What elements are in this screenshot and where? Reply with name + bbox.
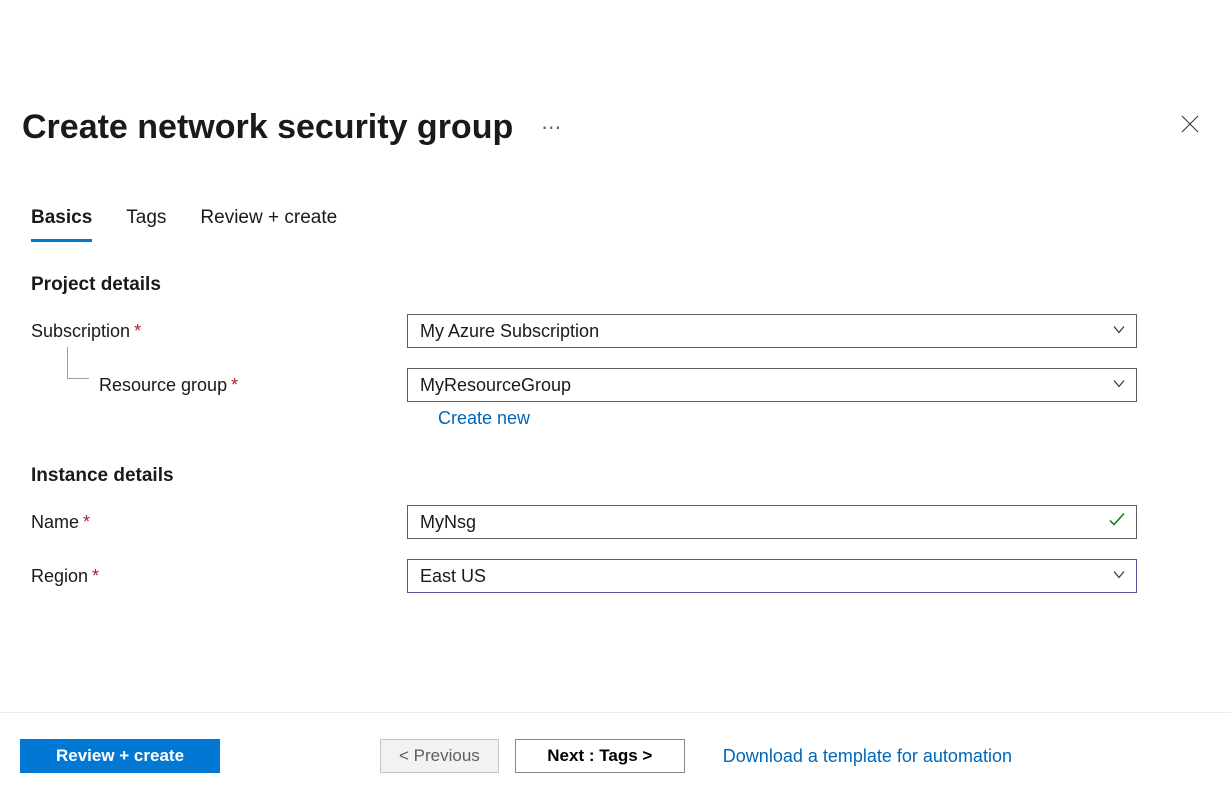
label-region: Region	[31, 566, 88, 587]
region-select[interactable]: East US	[407, 559, 1137, 593]
review-create-button[interactable]: Review + create	[20, 739, 220, 773]
tab-tags[interactable]: Tags	[126, 207, 166, 242]
chevron-down-icon	[1112, 321, 1126, 342]
tree-connector-icon	[67, 347, 89, 379]
required-indicator: *	[134, 321, 141, 342]
next-button[interactable]: Next : Tags >	[515, 739, 685, 773]
section-instance-details: Instance details	[31, 465, 1160, 487]
label-subscription: Subscription	[31, 321, 130, 342]
close-icon	[1181, 115, 1199, 133]
required-indicator: *	[92, 566, 99, 587]
subscription-select[interactable]: My Azure Subscription	[407, 314, 1137, 348]
close-button[interactable]	[1177, 111, 1203, 140]
resource-group-value: MyResourceGroup	[420, 375, 571, 396]
name-input[interactable]: MyNsg	[407, 505, 1137, 539]
required-indicator: *	[231, 375, 238, 396]
tab-basics[interactable]: Basics	[31, 207, 92, 242]
resource-group-select[interactable]: MyResourceGroup	[407, 368, 1137, 402]
tab-bar: Basics Tags Review + create	[0, 147, 1231, 242]
tab-review-create[interactable]: Review + create	[200, 207, 337, 242]
name-value: MyNsg	[420, 512, 476, 533]
valid-check-icon	[1108, 511, 1126, 534]
chevron-down-icon	[1112, 566, 1126, 587]
subscription-value: My Azure Subscription	[420, 321, 599, 342]
create-new-link[interactable]: Create new	[438, 408, 1160, 429]
download-template-link[interactable]: Download a template for automation	[723, 746, 1012, 767]
more-actions-icon[interactable]: ⋯	[541, 115, 562, 140]
page-title: Create network security group	[22, 108, 513, 147]
required-indicator: *	[83, 512, 90, 533]
chevron-down-icon	[1112, 375, 1126, 396]
footer-bar: Review + create < Previous Next : Tags >…	[0, 712, 1231, 773]
label-resource-group: Resource group	[99, 375, 227, 396]
label-name: Name	[31, 512, 79, 533]
previous-button: < Previous	[380, 739, 499, 773]
region-value: East US	[420, 566, 486, 587]
section-project-details: Project details	[31, 274, 1160, 296]
